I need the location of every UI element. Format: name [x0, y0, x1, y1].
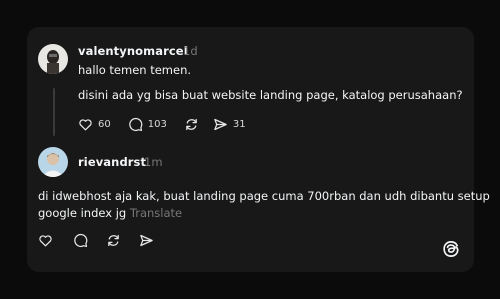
post-time[interactable]: 1d [183, 44, 198, 58]
reply-text-content: google index jg [38, 206, 127, 220]
repost-button[interactable] [184, 116, 199, 132]
reply-text-line: di idwebhost aja kak, buat landing page … [38, 189, 490, 203]
username[interactable]: valentynomarcel [78, 44, 188, 58]
repost-button[interactable] [106, 232, 121, 248]
post-time[interactable]: 1m [144, 155, 163, 169]
like-button[interactable] [38, 232, 53, 248]
like-count: 60 [98, 118, 111, 130]
like-button[interactable]: 60 [78, 116, 111, 132]
share-button[interactable]: 31 [213, 116, 246, 132]
post-text-line: disini ada yg bisa buat website landing … [78, 88, 463, 102]
comment-icon [128, 117, 143, 132]
post-actions: 60 103 31 [78, 116, 246, 132]
avatar-rievandrst[interactable] [38, 147, 68, 177]
heart-icon [78, 117, 93, 132]
send-icon [213, 117, 228, 132]
share-button[interactable] [139, 232, 154, 248]
heart-icon [38, 233, 53, 248]
reply-text-line: google index jg Translate [38, 205, 182, 222]
threads-logo-icon[interactable] [442, 240, 460, 258]
reply-count: 103 [147, 118, 167, 130]
reply-actions [38, 232, 154, 248]
translate-link[interactable]: Translate [130, 206, 182, 220]
share-count: 31 [232, 118, 246, 130]
reply-button[interactable] [73, 232, 88, 248]
repost-icon [106, 233, 121, 248]
thread-connector-line [53, 88, 55, 136]
threads-post-card: valentynomarcel 1d hallo temen temen. di… [27, 27, 490, 272]
avatar-valentynomarcel[interactable] [38, 44, 68, 74]
username[interactable]: rievandrst [78, 155, 146, 169]
comment-icon [73, 233, 88, 248]
reply-button[interactable]: 103 [128, 116, 167, 132]
send-icon [139, 233, 154, 248]
repost-icon [184, 117, 199, 132]
post-text-line: hallo temen temen. [78, 63, 192, 77]
